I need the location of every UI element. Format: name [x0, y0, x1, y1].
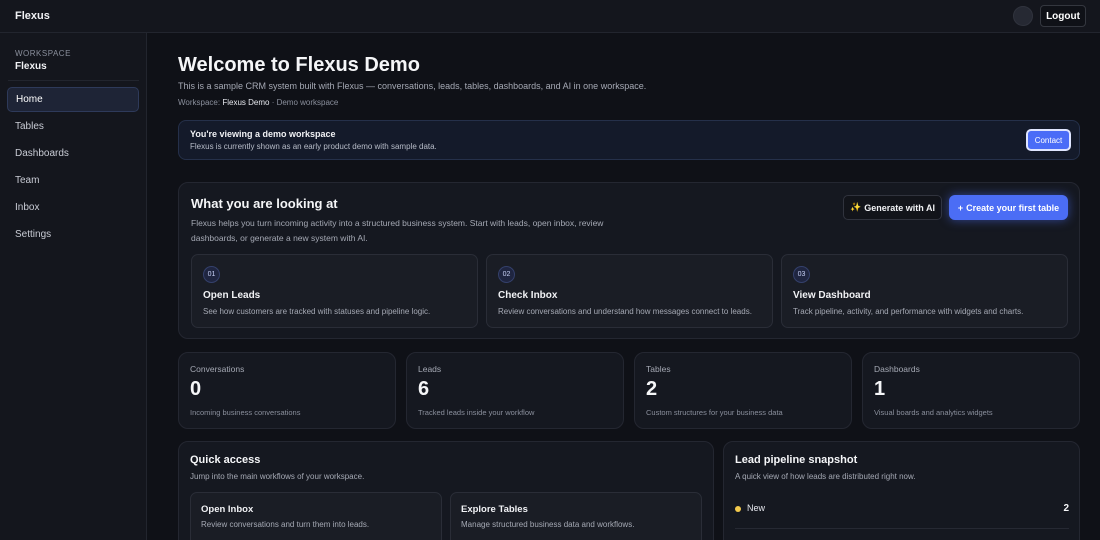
sidebar: WORKSPACE Flexus Home Tables Dashboards …	[0, 33, 147, 540]
pipeline-subtitle: A quick view of how leads are distribute…	[735, 472, 916, 481]
step-description: Track pipeline, activity, and performanc…	[793, 307, 1024, 316]
stat-label: Tables	[646, 364, 671, 374]
quick-card-open-inbox[interactable]: Open Inbox Review conversations and turn…	[190, 492, 442, 540]
workspace-suffix: · Demo workspace	[271, 98, 339, 107]
pipeline-row-label: New	[747, 503, 766, 513]
step-title: Check Inbox	[498, 290, 558, 301]
stat-label: Leads	[418, 364, 442, 374]
overview-description: Flexus helps you turn incoming activity …	[191, 218, 604, 243]
banner-subtitle: Flexus is currently shown as an early pr…	[190, 142, 437, 151]
stat-value: 1	[874, 378, 886, 400]
stat-card-leads: Leads 6 Tracked leads inside your workfl…	[406, 352, 624, 429]
step-description: See how customers are tracked with statu…	[203, 307, 431, 316]
stat-card-dashboards: Dashboards 1 Visual boards and analytics…	[862, 352, 1080, 429]
quick-card-description: Review conversations and turn them into …	[201, 520, 370, 529]
stat-description: Incoming business conversations	[190, 408, 301, 417]
quick-access-panel: Quick access Jump into the main workflow…	[178, 441, 714, 540]
overview-panel: What you are looking at Flexus helps you…	[178, 182, 1080, 339]
generate-with-ai-button[interactable]: ✨ Generate with AI	[843, 195, 942, 220]
step-description: Review conversations and understand how …	[498, 307, 752, 316]
sidebar-item-label: Team	[15, 175, 40, 186]
generate-label: Generate with AI	[864, 202, 935, 213]
stat-description: Custom structures for your business data	[646, 408, 783, 417]
logout-button[interactable]: Logout	[1040, 5, 1086, 27]
pipeline-row-count: 2	[1063, 503, 1069, 514]
pipeline-panel: Lead pipeline snapshot A quick view of h…	[723, 441, 1080, 540]
sidebar-item-label: Inbox	[15, 202, 40, 213]
step-card-view-dashboard[interactable]: 03 View Dashboard Track pipeline, activi…	[781, 254, 1068, 328]
overview-title: What you are looking at	[191, 196, 338, 211]
create-label: Create your first table	[966, 202, 1060, 213]
step-number: 01	[203, 266, 220, 283]
workspace-label: WORKSPACE	[15, 49, 71, 58]
quick-card-description: Manage structured business data and work…	[461, 520, 635, 529]
main-content: Welcome to Flexus Demo This is a sample …	[148, 33, 1100, 540]
stat-card-conversations: Conversations 0 Incoming business conver…	[178, 352, 396, 429]
sidebar-item-team[interactable]: Team	[7, 168, 139, 193]
quick-access-subtitle: Jump into the main workflows of your wor…	[190, 472, 365, 481]
sidebar-item-label: Home	[16, 94, 43, 105]
create-table-button[interactable]: + Create your first table	[949, 195, 1068, 220]
sidebar-item-dashboards[interactable]: Dashboards	[7, 141, 139, 166]
quick-card-title: Open Inbox	[201, 504, 254, 515]
pipeline-title: Lead pipeline snapshot	[735, 454, 858, 466]
pipeline-row-new: New 2	[735, 500, 1069, 520]
sidebar-divider	[8, 80, 139, 81]
sparkles-icon: ✨	[850, 202, 862, 212]
step-title: View Dashboard	[793, 290, 871, 301]
step-number: 03	[793, 266, 810, 283]
sidebar-nav: Home Tables Dashboards Team Inbox Settin…	[7, 87, 139, 249]
contact-button[interactable]: Contact	[1026, 129, 1071, 151]
pipeline-divider	[735, 528, 1069, 529]
sidebar-item-home[interactable]: Home	[7, 87, 139, 112]
quick-access-title: Quick access	[190, 454, 261, 466]
sidebar-item-inbox[interactable]: Inbox	[7, 195, 139, 220]
sidebar-item-label: Settings	[15, 229, 52, 240]
step-number: 02	[498, 266, 515, 283]
step-title: Open Leads	[203, 290, 261, 301]
stat-value: 6	[418, 378, 430, 400]
stat-card-tables: Tables 2 Custom structures for your busi…	[634, 352, 852, 429]
workspace-name: Flexus	[15, 61, 47, 72]
workspace-meta: Workspace: Flexus Demo · Demo workspace	[178, 98, 338, 107]
quick-card-explore-tables[interactable]: Explore Tables Manage structured busines…	[450, 492, 702, 540]
sidebar-item-label: Dashboards	[15, 148, 69, 159]
quick-card-title: Explore Tables	[461, 504, 528, 515]
step-card-open-leads[interactable]: 01 Open Leads See how customers are trac…	[191, 254, 478, 328]
plus-icon: +	[957, 202, 964, 213]
avatar[interactable]	[1013, 6, 1033, 26]
stat-description: Visual boards and analytics widgets	[874, 408, 993, 417]
stat-value: 2	[646, 378, 658, 400]
status-dot-icon	[735, 506, 741, 512]
stat-description: Tracked leads inside your workflow	[418, 408, 535, 417]
sidebar-item-settings[interactable]: Settings	[7, 222, 139, 247]
demo-banner: You're viewing a demo workspace Flexus i…	[178, 120, 1080, 160]
stat-value: 0	[190, 378, 202, 400]
app-name: Flexus	[15, 10, 50, 22]
step-card-check-inbox[interactable]: 02 Check Inbox Review conversations and …	[486, 254, 773, 328]
top-bar: Flexus Logout	[0, 0, 1100, 33]
stat-label: Dashboards	[874, 364, 920, 374]
page-title: Welcome to Flexus Demo	[178, 54, 420, 76]
stat-label: Conversations	[190, 364, 245, 374]
page-subtitle: This is a sample CRM system built with F…	[178, 81, 647, 91]
banner-title: You're viewing a demo workspace	[190, 129, 336, 139]
workspace-prefix: Workspace:	[178, 98, 221, 107]
workspace-meta-name: Flexus Demo	[222, 98, 270, 107]
sidebar-item-label: Tables	[15, 121, 44, 132]
sidebar-item-tables[interactable]: Tables	[7, 114, 139, 139]
